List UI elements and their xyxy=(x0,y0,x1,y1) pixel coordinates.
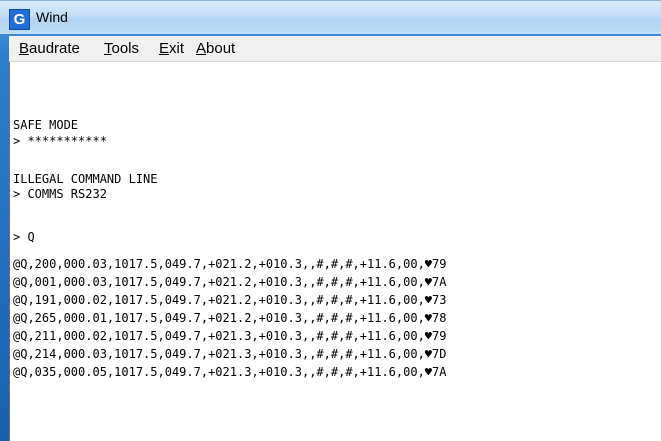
console-line: @Q,214,000.03,1017.5,049.7,+021.3,+010.3… xyxy=(13,347,447,361)
console-line: @Q,200,000.03,1017.5,049.7,+021.2,+010.3… xyxy=(13,257,447,271)
menu-tools-label: ools xyxy=(111,40,140,57)
console-line: > *********** xyxy=(13,134,107,148)
menu-baudrate-accel: B xyxy=(19,40,30,57)
menu-tools-accel: T xyxy=(104,40,112,57)
menu-exit[interactable]: Exit xyxy=(159,40,184,57)
menu-bar: Baudrate Tools Exit About xyxy=(9,36,661,62)
menu-exit-accel: E xyxy=(159,40,170,57)
menu-about[interactable]: About xyxy=(196,40,235,57)
console-line: > Q xyxy=(13,230,35,244)
console-line: > COMMS RS232 xyxy=(13,187,107,201)
menu-tools[interactable]: Tools xyxy=(104,40,139,57)
console-line: @Q,191,000.02,1017.5,049.7,+021.2,+010.3… xyxy=(13,293,447,307)
menu-baudrate-label: audrate xyxy=(29,40,80,57)
window-title: Wind xyxy=(36,9,68,25)
console-line: @Q,001,000.03,1017.5,049.7,+021.2,+010.3… xyxy=(13,275,447,289)
menu-baudrate[interactable]: Baudrate xyxy=(19,40,80,57)
menu-exit-label: xit xyxy=(169,40,185,57)
console-line: ILLEGAL COMMAND LINE xyxy=(13,172,158,186)
menu-about-label: bout xyxy=(206,40,236,57)
app-icon: G xyxy=(9,9,30,30)
console-line: SAFE MODE xyxy=(13,118,79,132)
console-line: @Q,211,000.02,1017.5,049.7,+021.3,+010.3… xyxy=(13,329,447,343)
console-line: @Q,035,000.05,1017.5,049.7,+021.3,+010.3… xyxy=(13,365,447,379)
title-bar[interactable]: G Wind xyxy=(0,0,661,34)
console-output[interactable]: SAFE MODE > *********** ILLEGAL COMMAND … xyxy=(9,62,661,441)
menu-about-accel: A xyxy=(196,40,207,57)
console-line: @Q,265,000.01,1017.5,049.7,+021.2,+010.3… xyxy=(13,311,447,325)
